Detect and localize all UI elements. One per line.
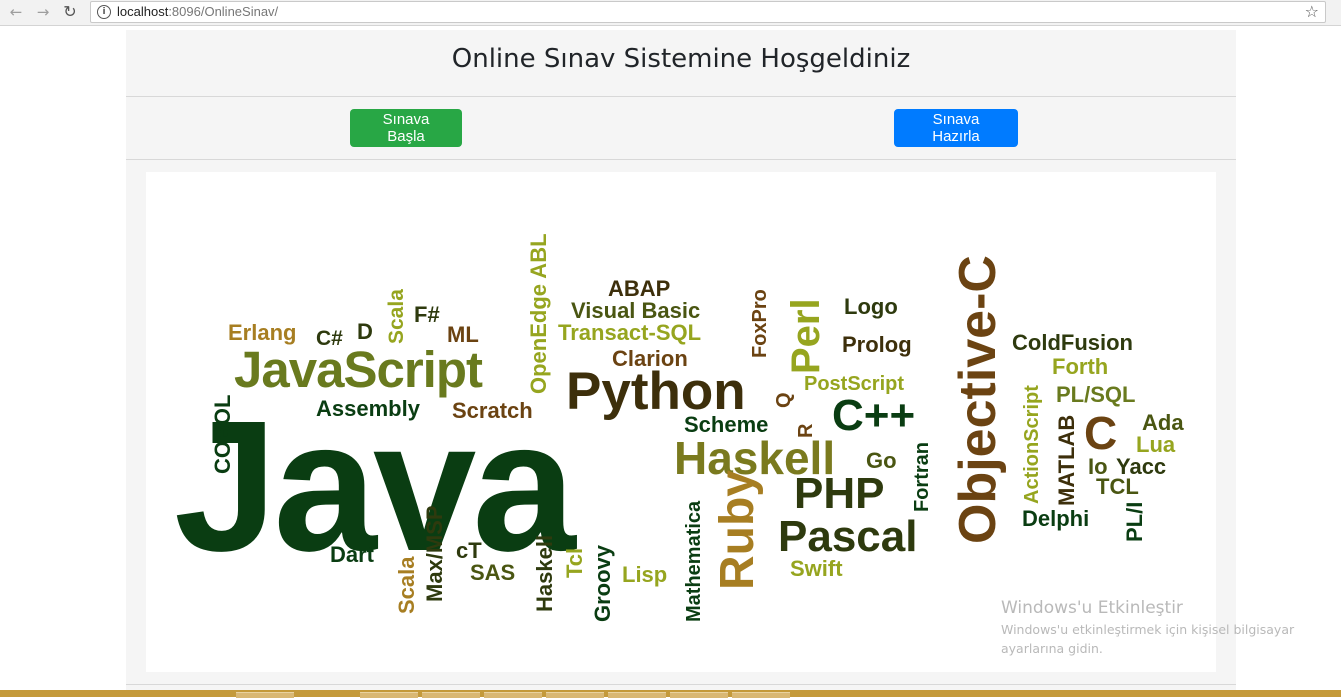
word-postscript: PostScript bbox=[804, 373, 905, 395]
forward-arrow-icon[interactable]: → bbox=[34, 3, 52, 21]
taskbar-item[interactable] bbox=[732, 692, 790, 698]
word-pascal: Pascal bbox=[778, 512, 918, 561]
info-icon[interactable]: i bbox=[97, 5, 111, 19]
word-objective-c: Objective-C bbox=[949, 255, 1007, 544]
word-erlang: Erlang bbox=[228, 320, 297, 345]
word-delphi: Delphi bbox=[1022, 506, 1090, 531]
word-d: D bbox=[357, 319, 373, 344]
word-go: Go bbox=[866, 448, 897, 473]
word-foxpro: FoxPro bbox=[749, 289, 771, 358]
browser-toolbar: ← → ↻ i localhost:8096/OnlineSinav/ ☆ bbox=[0, 0, 1341, 26]
back-arrow-icon[interactable]: ← bbox=[7, 3, 25, 21]
prepare-exam-button[interactable]: Sınava Hazırla bbox=[894, 109, 1018, 147]
word-coldfusion: ColdFusion bbox=[1012, 330, 1133, 355]
programming-languages-word-cloud: Java JavaScript Python Haskell Pascal PH… bbox=[146, 172, 1216, 672]
word-ct: cT bbox=[456, 538, 482, 563]
footer-divider bbox=[126, 684, 1236, 685]
word-c: C bbox=[1084, 407, 1118, 459]
word-forth: Forth bbox=[1052, 354, 1109, 379]
word-abap: ABAP bbox=[608, 276, 671, 301]
word-cpp: C++ bbox=[832, 391, 916, 440]
word-cobol: COBOL bbox=[210, 394, 235, 474]
word-scheme: Scheme bbox=[684, 412, 769, 437]
page-container: Online Sınav Sistemine Hoşgeldiniz Sınav… bbox=[126, 30, 1236, 697]
taskbar-item[interactable] bbox=[670, 692, 728, 698]
word-visual-basic: Visual Basic bbox=[571, 298, 701, 323]
word-openedge-abl: OpenEdge ABL bbox=[526, 233, 551, 394]
watermark-title: Windows'u Etkinleştir bbox=[1001, 598, 1183, 618]
word-haskell-small: Haskell bbox=[532, 534, 557, 612]
word-swift: Swift bbox=[790, 556, 843, 581]
word-lua: Lua bbox=[1136, 432, 1176, 457]
taskbar-item[interactable] bbox=[546, 692, 604, 698]
reload-icon[interactable]: ↻ bbox=[61, 3, 79, 21]
word-prolog: Prolog bbox=[842, 332, 912, 357]
word-assembly: Assembly bbox=[316, 396, 420, 421]
word-ruby: Ruby bbox=[711, 470, 764, 590]
word-max-msp: Max/MSP bbox=[422, 505, 447, 602]
word-mathematica: Mathematica bbox=[683, 500, 705, 622]
page-title: Online Sınav Sistemine Hoşgeldiniz bbox=[451, 44, 911, 74]
taskbar-item[interactable] bbox=[484, 692, 542, 698]
taskbar-item[interactable] bbox=[608, 692, 666, 698]
word-csharp: C# bbox=[316, 327, 343, 350]
taskbar-item[interactable] bbox=[236, 692, 294, 698]
word-q: Q bbox=[773, 392, 795, 408]
url-host: localhost bbox=[117, 4, 169, 19]
word-tcl-right: TCL bbox=[1096, 474, 1139, 499]
word-logo: Logo bbox=[844, 294, 898, 319]
taskbar-item[interactable] bbox=[422, 692, 480, 698]
word-pli: PL/I bbox=[1122, 501, 1147, 542]
taskbar-item[interactable] bbox=[360, 692, 418, 698]
word-groovy: Groovy bbox=[590, 544, 615, 622]
word-dart: Dart bbox=[330, 542, 375, 567]
word-fortran: Fortran bbox=[911, 442, 933, 512]
url-text[interactable]: localhost:8096/OnlineSinav/ bbox=[117, 4, 278, 19]
word-plsql: PL/SQL bbox=[1056, 382, 1136, 407]
word-javascript: JavaScript bbox=[234, 341, 483, 398]
word-scala-bottom: Scala bbox=[394, 556, 419, 615]
word-actionscript: ActionScript bbox=[1021, 385, 1043, 504]
word-r: R bbox=[795, 423, 817, 438]
word-python: Python bbox=[566, 362, 746, 421]
watermark-subtitle: Windows'u etkinleştirmek için kişisel bi… bbox=[1001, 622, 1295, 656]
word-ada: Ada bbox=[1142, 410, 1184, 435]
word-transact-sql: Transact-SQL bbox=[558, 320, 702, 345]
word-fsharp: F# bbox=[414, 302, 440, 327]
url-path: :8096/OnlineSinav/ bbox=[168, 4, 279, 19]
bookmark-star-icon[interactable]: ☆ bbox=[1305, 2, 1319, 21]
word-sas: SAS bbox=[470, 560, 516, 585]
address-bar[interactable]: i localhost:8096/OnlineSinav/ ☆ bbox=[90, 1, 1326, 23]
word-clarion: Clarion bbox=[612, 346, 688, 371]
word-tcl: Tcl bbox=[562, 547, 587, 578]
word-scala-top: Scala bbox=[385, 289, 408, 344]
page-header: Online Sınav Sistemine Hoşgeldiniz bbox=[126, 30, 1236, 97]
action-bar: Sınava Başla Sınava Hazırla bbox=[126, 97, 1236, 160]
start-exam-button[interactable]: Sınava Başla bbox=[350, 109, 462, 147]
windows-activation-watermark: Windows'u Etkinleştir Windows'u etkinleş… bbox=[1001, 598, 1331, 658]
word-ml: ML bbox=[447, 322, 479, 347]
word-scratch: Scratch bbox=[452, 398, 533, 423]
word-perl: Perl bbox=[784, 298, 828, 374]
word-php: PHP bbox=[794, 469, 885, 518]
word-lisp: Lisp bbox=[622, 562, 668, 587]
word-matlab: MATLAB bbox=[1054, 414, 1079, 506]
